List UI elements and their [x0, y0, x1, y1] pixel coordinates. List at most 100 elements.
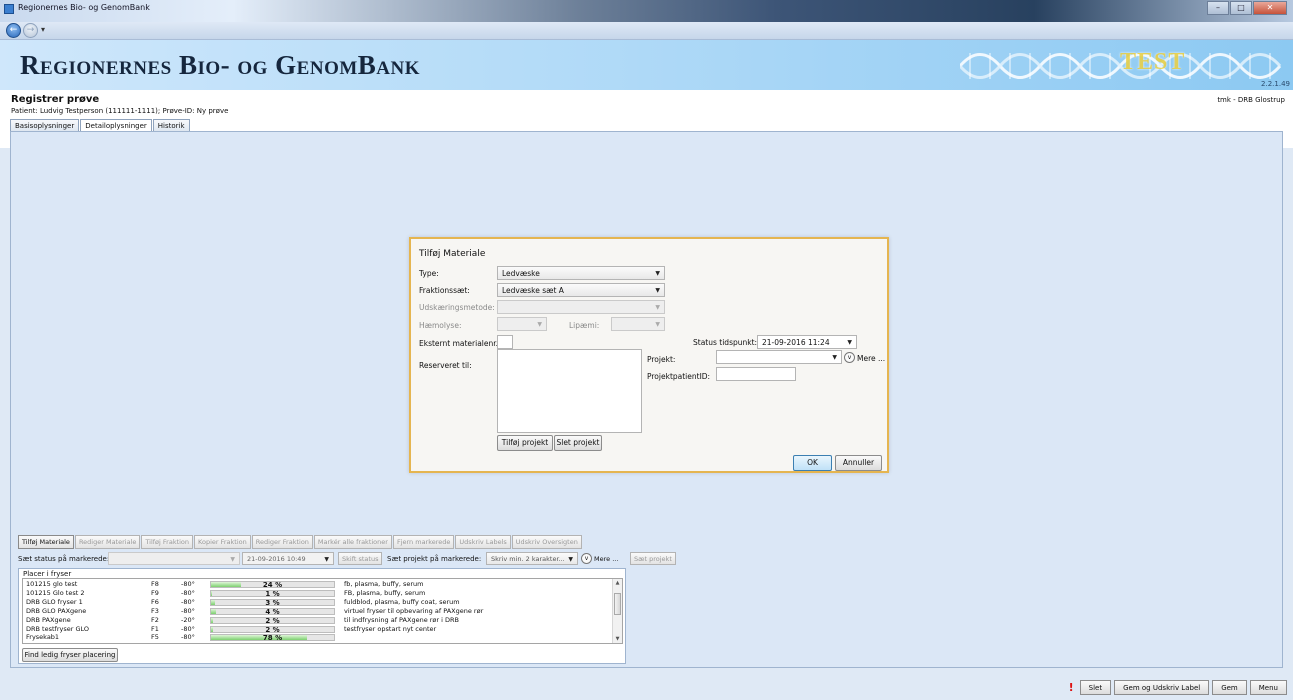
print-labels-button[interactable]: Udskriv Labels	[455, 535, 511, 549]
freezer-row[interactable]: DRB testfryser GLO F1 -80° testfryser opsta…	[23, 624, 613, 634]
freezer-code: F2	[151, 615, 159, 624]
version-label: 2.2.1.49	[1261, 80, 1290, 88]
back-button[interactable]: ←	[6, 23, 21, 38]
type-select-value: Ledvæske	[502, 269, 540, 278]
udskaering-select[interactable]: ▼	[497, 300, 665, 314]
scroll-down-icon[interactable]: ▼	[613, 636, 622, 642]
delete-button[interactable]: Slet	[1079, 680, 1112, 695]
user-info: tmk - DRB Glostrup	[1217, 96, 1285, 104]
set-project-select[interactable]: Skriv min. 2 karakter... ▼	[486, 552, 578, 565]
chevron-down-icon: ▼	[655, 321, 660, 328]
freezer-temp: -80°	[181, 588, 195, 597]
freezer-row[interactable]: DRB GLO PAXgene F3 -80° virtuel fryser til …	[23, 606, 613, 616]
freezer-description: til indfrysning af PAXgene rør i DRB	[344, 615, 460, 624]
freezer-temp: -80°	[181, 624, 195, 633]
set-status-select[interactable]: ▼	[108, 552, 240, 565]
freezer-usage-percent: 4 %	[265, 607, 280, 616]
edit-fraction-button[interactable]: Rediger Fraktion	[251, 535, 313, 549]
type-select[interactable]: Ledvæske ▼	[497, 266, 665, 280]
add-project-button[interactable]: Tilføj projekt	[497, 435, 553, 451]
reserveret-label: Reserveret til:	[419, 361, 472, 370]
freezer-row[interactable]: DRB GLO fryser 1 F6 -80° fuldblod, plasma, …	[23, 597, 613, 607]
haemolyse-select[interactable]: ▼	[497, 317, 547, 331]
freezer-usage-bar: 2 %	[210, 616, 335, 625]
ok-button[interactable]: OK	[793, 455, 832, 471]
mere-link[interactable]: Mere ...	[594, 555, 618, 563]
freezer-usage-percent: 78 %	[262, 634, 283, 643]
copy-fraction-button[interactable]: Kopier Fraktion	[194, 535, 251, 549]
expand-circle-icon[interactable]: v	[844, 352, 855, 363]
reserveret-list[interactable]	[497, 349, 642, 433]
type-label: Type:	[419, 269, 439, 278]
projekt-select[interactable]: ▼	[716, 350, 842, 364]
freezer-list[interactable]: ▲ ▼ 101215 glo test F8 -80° fb, plasma, buf…	[22, 578, 623, 644]
freezer-panel: Placer i fryser ▲ ▼ 101215 glo test F8 -80…	[18, 568, 626, 664]
mark-all-fractions-button[interactable]: Markér alle fraktioner	[313, 535, 392, 549]
freezer-name: 101215 glo test	[26, 580, 78, 588]
lipaemi-select[interactable]: ▼	[611, 317, 665, 331]
freezer-row[interactable]: 101215 glo test F8 -80° fb, plasma, buffy, …	[23, 580, 613, 589]
eksternt-input[interactable]	[497, 335, 513, 349]
scrollbar-thumb[interactable]	[614, 593, 621, 615]
fraktion-select[interactable]: Ledvæske sæt A ▼	[497, 283, 665, 297]
save-and-print-label-button[interactable]: Gem og Udskriv Label	[1114, 680, 1210, 695]
maximize-button[interactable]: □	[1230, 1, 1252, 15]
window-title: Regionernes Bio- og GenomBank	[18, 3, 150, 12]
freezer-usage-bar: 24 %	[210, 581, 335, 589]
freezer-temp: -80°	[181, 597, 195, 606]
scroll-up-icon[interactable]: ▲	[613, 580, 622, 586]
set-project-button[interactable]: Sæt projekt	[630, 552, 676, 565]
dialog-title: Tilføj Materiale	[419, 249, 486, 259]
freezer-name: DRB PAXgene	[26, 615, 71, 624]
add-fraction-button[interactable]: Tilføj Fraktion	[141, 535, 194, 549]
remove-marked-button[interactable]: Fjern markerede	[392, 535, 455, 549]
freezer-description: testfryser opstart nyt center	[344, 624, 437, 633]
freezer-code: F6	[151, 597, 159, 606]
chevron-down-icon: ▼	[655, 287, 660, 294]
status-date-picker[interactable]: 21-09-2016 10:49 ▼	[242, 552, 334, 565]
test-environment-badge: TEST	[1120, 49, 1186, 75]
history-dropdown-icon[interactable]: ▾	[41, 25, 45, 34]
status-tidspunkt-picker[interactable]: 21-09-2016 11:24 ▼	[757, 335, 857, 349]
save-button[interactable]: Gem	[1212, 680, 1247, 695]
chevron-down-icon: ▼	[324, 556, 329, 563]
menu-button[interactable]: Menu	[1249, 680, 1287, 695]
change-status-button[interactable]: Skift status	[338, 552, 383, 565]
status-date-value: 21-09-2016 10:49	[247, 555, 306, 563]
cancel-button[interactable]: Annuller	[835, 455, 882, 471]
bottom-action-bar: ! Slet Gem og Udskriv Label Gem Menu	[1069, 680, 1287, 695]
mere-link[interactable]: Mere ...	[857, 354, 885, 363]
freezer-row[interactable]: Frysekab1 F5 -80° 78 %	[23, 633, 613, 643]
chevron-down-icon: ▼	[847, 339, 852, 346]
navigation-bar: ← → ▾	[0, 22, 1293, 40]
close-button[interactable]: ✕	[1253, 1, 1287, 15]
brand-title: Regionernes Bio- og GenomBank	[20, 50, 421, 80]
projektpatient-input[interactable]	[716, 367, 796, 381]
freezer-usage-percent: 2 %	[265, 625, 280, 634]
find-freezer-slot-button[interactable]: Find ledig fryser placering	[22, 648, 118, 662]
chevron-down-icon: ▼	[655, 270, 660, 277]
freezer-name: 101215 Glo test 2	[26, 588, 85, 597]
freezer-name: DRB GLO fryser 1	[26, 597, 83, 606]
freezer-usage-percent: 3 %	[265, 598, 280, 607]
freezer-list-scrollbar[interactable]: ▲ ▼	[612, 579, 622, 643]
projektpatient-label: ProjektpatientID:	[647, 372, 711, 381]
fraktion-label: Fraktionssæt:	[419, 286, 470, 295]
edit-material-button[interactable]: Rediger Materiale	[74, 535, 141, 549]
freezer-code: F3	[151, 606, 159, 615]
status-tidspunkt-value: 21-09-2016 11:24	[762, 338, 830, 347]
add-material-button[interactable]: Tilføj Materiale	[18, 535, 74, 549]
freezer-name: DRB GLO PAXgene	[26, 606, 87, 615]
freezer-code: F1	[151, 624, 159, 633]
delete-project-button[interactable]: Slet projekt	[554, 435, 602, 451]
forward-button[interactable]: →	[23, 23, 38, 38]
freezer-row[interactable]: 101215 Glo test 2 F9 -80° FB, plasma, buffy…	[23, 588, 613, 598]
freezer-usage-percent: 24 %	[262, 581, 283, 589]
print-overview-button[interactable]: Udskriv Oversigten	[511, 535, 582, 549]
patient-info: Patient: Ludvig Testperson (111111-1111)…	[11, 107, 229, 115]
fraktion-select-value: Ledvæske sæt A	[502, 286, 564, 295]
freezer-row[interactable]: DRB PAXgene F2 -20° til indfrysning af PAXg…	[23, 615, 613, 625]
expand-circle-icon[interactable]: v	[581, 553, 592, 564]
minimize-button[interactable]: –	[1207, 1, 1229, 15]
set-project-label: Sæt projekt på markerede:	[387, 555, 482, 563]
